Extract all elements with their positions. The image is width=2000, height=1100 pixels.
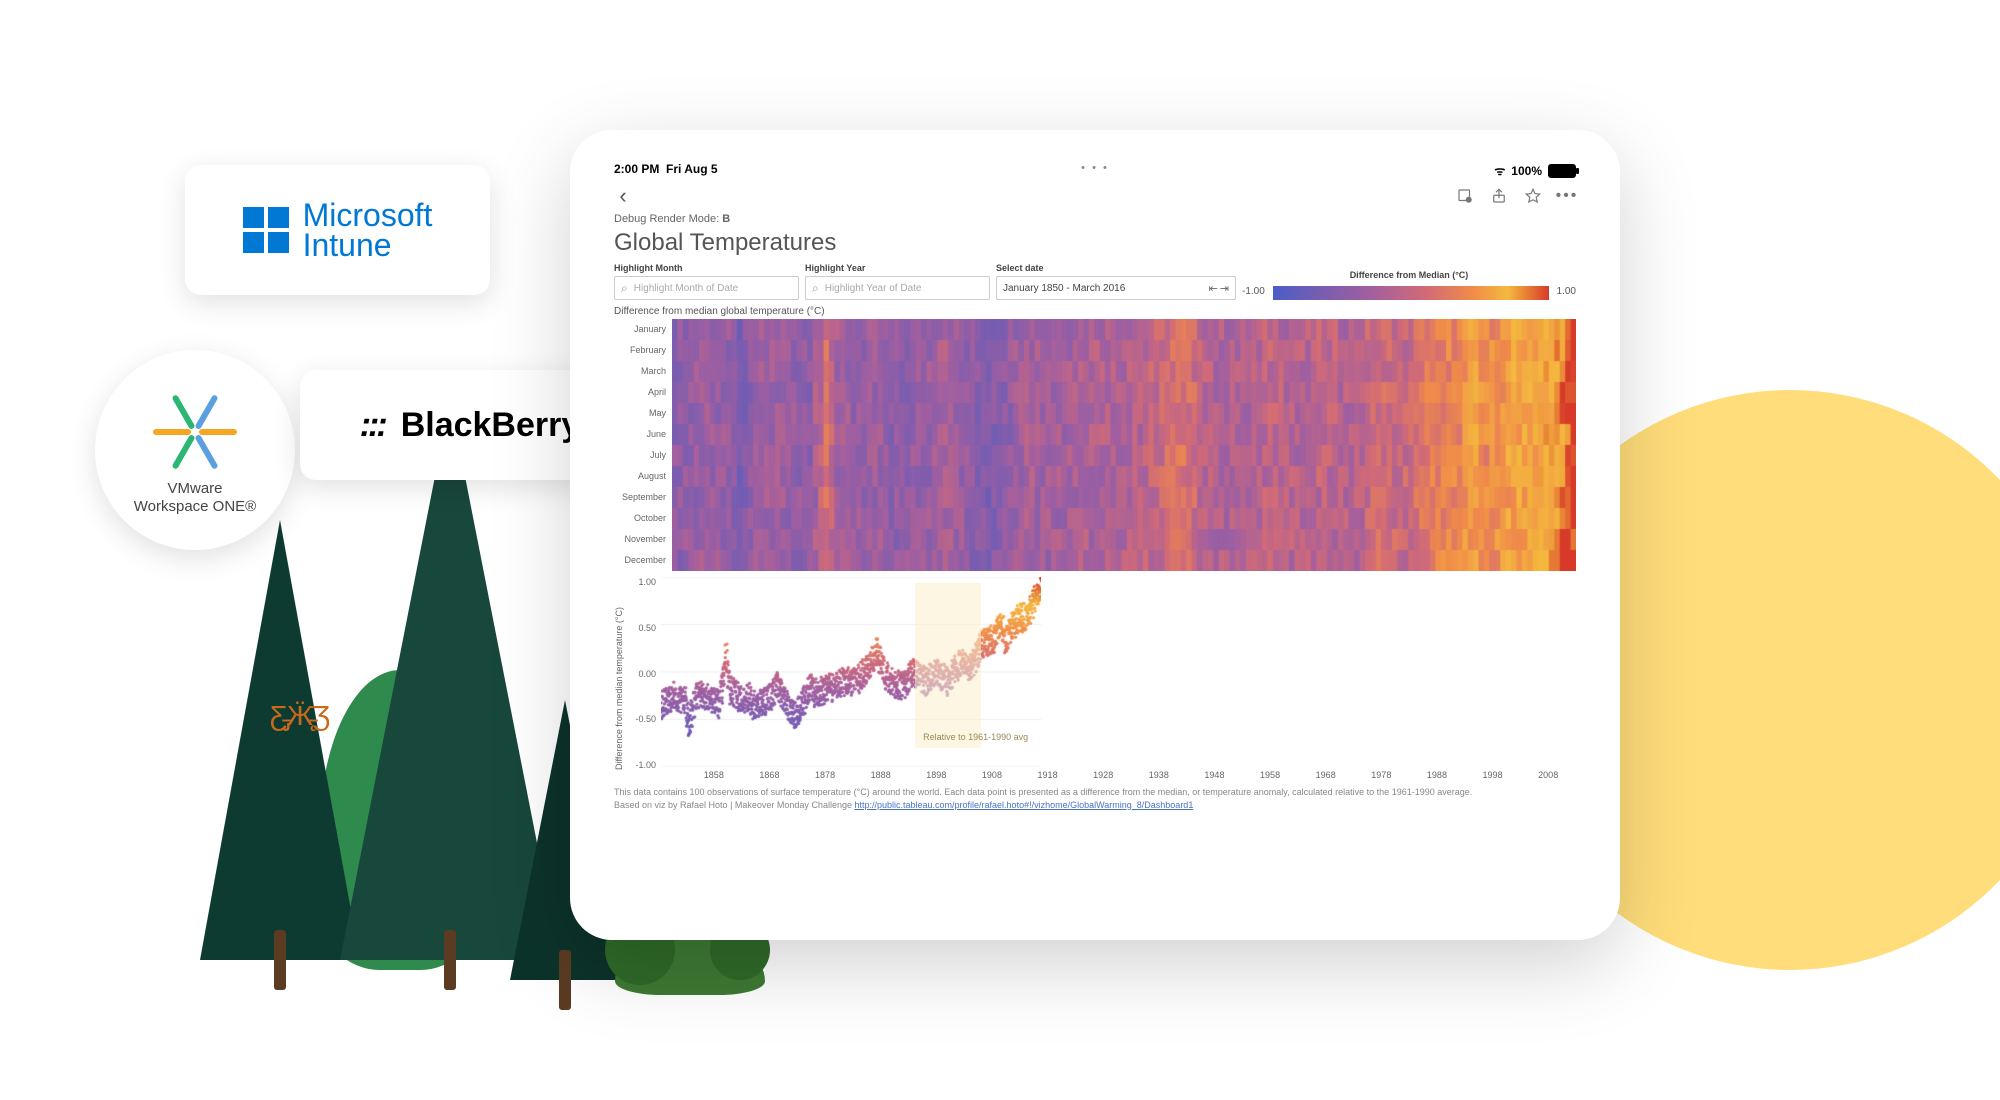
select-date-value: January 1850 - March 2016 <box>1003 283 1125 294</box>
month-label: December <box>614 550 670 571</box>
month-label: August <box>614 466 670 487</box>
date-prev-icon[interactable]: ⇤ <box>1209 282 1218 295</box>
highlight-month-label: Highlight Month <box>614 263 799 273</box>
footnote: This data contains 100 observations of s… <box>596 780 1594 817</box>
ws1-line1: VMware <box>167 480 222 497</box>
month-label: February <box>614 340 670 361</box>
legend-min: -1.00 <box>1242 286 1265 297</box>
blackberry-label: BlackBerry <box>401 406 581 445</box>
month-label: October <box>614 508 670 529</box>
blackberry-icon: ::: <box>360 406 385 445</box>
multitask-handle[interactable]: • • • <box>1081 162 1109 174</box>
month-label: November <box>614 529 670 550</box>
footnote-link[interactable]: http://public.tableau.com/profile/rafael… <box>854 800 1193 810</box>
date-next-icon[interactable]: ⇥ <box>1220 282 1229 295</box>
month-label: July <box>614 445 670 466</box>
debug-label: Debug Render Mode: <box>614 213 719 225</box>
battery-icon <box>1548 164 1576 178</box>
footnote-line1: This data contains 100 observations of s… <box>614 786 1576 799</box>
tablet-device: 2:00 PM Fri Aug 5 ᯤ 100% • • • ‹ ••• Deb… <box>570 130 1620 940</box>
page-title: Global Temperatures <box>596 227 1594 263</box>
status-date: Fri Aug 5 <box>666 162 718 176</box>
month-label: May <box>614 403 670 424</box>
reference-band <box>915 583 981 748</box>
decorative-tree <box>200 520 360 960</box>
month-label: September <box>614 487 670 508</box>
month-label: January <box>614 319 670 340</box>
heatmap-title: Difference from median global temperatur… <box>596 306 1594 317</box>
highlight-month-placeholder: Highlight Month of Date <box>634 283 739 294</box>
intune-line2: Intune <box>303 227 392 263</box>
heatmap-month-axis: JanuaryFebruaryMarchAprilMayJuneJulyAugu… <box>614 319 670 571</box>
scatter-yaxis: 1.000.500.00-0.50-1.00 <box>626 577 659 770</box>
scatter-xaxis: 1858186818781888189819081918192819381948… <box>596 770 1594 780</box>
status-time: 2:00 PM <box>614 162 659 176</box>
windows-icon <box>243 207 289 253</box>
month-label: March <box>614 361 670 382</box>
search-icon: ⌕ <box>621 281 628 296</box>
legend-title: Difference from Median (°C) <box>1350 270 1469 280</box>
share-icon[interactable] <box>1490 187 1508 205</box>
more-icon[interactable]: ••• <box>1558 187 1576 205</box>
footnote-prefix: Based on viz by Rafael Hoto | Makeover M… <box>614 800 854 810</box>
ws1-line2: Workspace ONE® <box>134 498 256 515</box>
highlight-year-label: Highlight Year <box>805 263 990 273</box>
reference-band-label: Relative to 1961-1990 avg <box>923 732 1028 742</box>
heatmap-chart[interactable] <box>672 319 1576 571</box>
month-label: April <box>614 382 670 403</box>
battery-pct: 100% <box>1511 164 1542 178</box>
butterfly-icon: Ƹ̵̡Ӝ̵̨̄Ʒ <box>270 700 330 732</box>
select-date-input[interactable]: January 1850 - March 2016 ⇤⇥ <box>996 276 1236 300</box>
highlight-year-input[interactable]: ⌕ Highlight Year of Date <box>805 276 990 300</box>
search-icon: ⌕ <box>812 281 819 296</box>
edit-icon[interactable] <box>1456 187 1474 205</box>
vendor-card-intune: MicrosoftIntune <box>185 165 490 295</box>
workspace-one-icon <box>155 384 235 474</box>
debug-value: B <box>722 213 730 225</box>
legend-gradient <box>1273 286 1549 300</box>
vendor-card-workspace-one: VMwareWorkspace ONE® <box>95 350 295 550</box>
highlight-year-placeholder: Highlight Year of Date <box>825 283 922 294</box>
back-button[interactable]: ‹ <box>614 187 632 205</box>
scatter-ylabel: Difference from median temperature (°C) <box>614 577 624 770</box>
legend-max: 1.00 <box>1557 286 1576 297</box>
wifi-icon: ᯤ <box>1494 162 1505 179</box>
star-icon[interactable] <box>1524 187 1542 205</box>
select-date-label: Select date <box>996 263 1236 273</box>
highlight-month-input[interactable]: ⌕ Highlight Month of Date <box>614 276 799 300</box>
decorative-bush <box>615 935 765 995</box>
month-label: June <box>614 424 670 445</box>
